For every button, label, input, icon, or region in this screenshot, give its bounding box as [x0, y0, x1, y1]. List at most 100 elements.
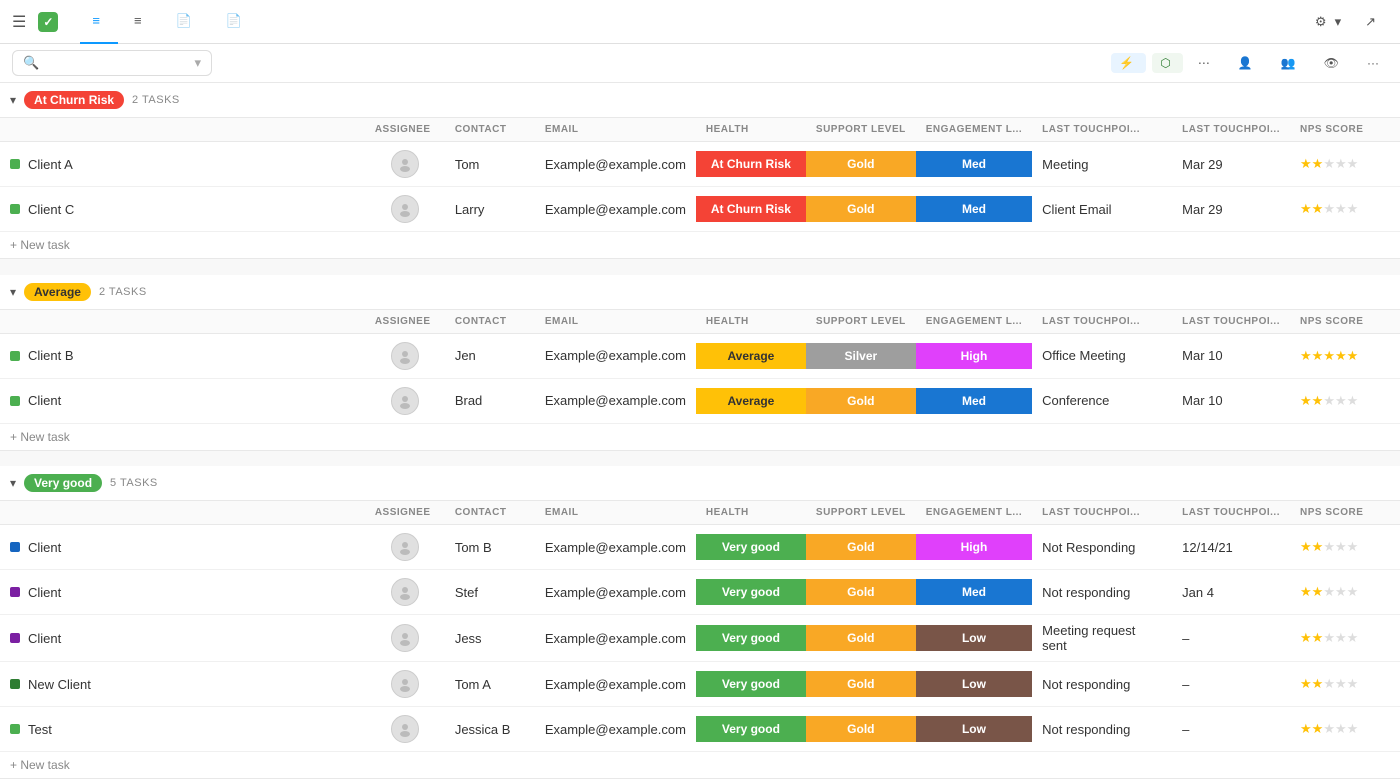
- task-health-cell: Very good: [696, 615, 806, 662]
- more-button[interactable]: ···: [1358, 51, 1388, 75]
- task-nps-cell: ★★★★★: [1290, 570, 1400, 615]
- new-task-button-churn[interactable]: + New task: [0, 232, 1400, 259]
- task-assignee-cell: [365, 142, 445, 187]
- table-row[interactable]: Test Jessica B Example@example.com Very …: [0, 707, 1400, 752]
- app-logo: [38, 12, 64, 32]
- spacer-churn: [0, 259, 1400, 275]
- table-row[interactable]: Client Tom B Example@example.com Very go…: [0, 525, 1400, 570]
- table-row[interactable]: Client A Tom Example@example.com At Chur…: [0, 142, 1400, 187]
- support-badge: Gold: [806, 625, 916, 651]
- new-task-button-verygood[interactable]: + New task: [0, 752, 1400, 779]
- table-row[interactable]: Client C Larry Example@example.com At Ch…: [0, 187, 1400, 232]
- subtasks-button[interactable]: ⋯: [1189, 51, 1223, 75]
- task-contact-cell: Jen: [445, 333, 535, 378]
- toolbar: 🔍 ▾ ⚡ ⬡ ⋯ 👤 👥 👁 ···: [0, 44, 1400, 83]
- task-nps-cell: ★★★★★: [1290, 333, 1400, 378]
- group-chevron-churn[interactable]: ▾: [10, 93, 16, 107]
- task-email-cell: Example@example.com: [535, 707, 696, 752]
- task-touch1-cell: Not responding: [1032, 662, 1172, 707]
- task-contact-cell: Brad: [445, 378, 535, 423]
- assignee-avatar: [391, 195, 419, 223]
- task-name-cell: Client: [0, 615, 365, 662]
- health-badge: Very good: [696, 625, 806, 651]
- automate-button[interactable]: ⚙ ▾: [1307, 10, 1349, 34]
- task-name-cell: Client: [0, 378, 365, 423]
- col-header-support: SUPPORT LEVEL: [806, 118, 916, 142]
- table-row[interactable]: New Client Tom A Example@example.com Ver…: [0, 662, 1400, 707]
- filter-button[interactable]: ⚡: [1111, 53, 1146, 73]
- task-health-cell: Average: [696, 378, 806, 423]
- support-badge: Gold: [806, 196, 916, 222]
- task-support-cell: Gold: [806, 662, 916, 707]
- group-chevron-average[interactable]: ▾: [10, 285, 16, 299]
- task-name-label: Client A: [28, 157, 73, 172]
- spacer-average: [0, 450, 1400, 466]
- col-header-email: EMAIL: [535, 501, 696, 525]
- col-header-touch2: LAST TOUCHPOI...: [1172, 309, 1290, 333]
- health-badge: Very good: [696, 716, 806, 742]
- new-task-button-average[interactable]: + New task: [0, 423, 1400, 450]
- task-dot: [10, 204, 20, 214]
- assignee-avatar: [391, 670, 419, 698]
- support-badge: Gold: [806, 388, 916, 414]
- col-header-name: [0, 309, 365, 333]
- task-name-label: New Client: [28, 677, 91, 692]
- task-name-label: Client: [28, 631, 61, 646]
- tab-renewal[interactable]: ≡: [122, 0, 160, 44]
- task-support-cell: Gold: [806, 378, 916, 423]
- group-by-button[interactable]: ⬡: [1152, 53, 1182, 73]
- new-task-row-average[interactable]: + New task: [0, 423, 1400, 450]
- task-contact-cell: Jess: [445, 615, 535, 662]
- nav-right: ⚙ ▾ ↗: [1307, 10, 1388, 34]
- table-container: ▾ At Churn Risk 2 TASKS ASSIGNEE CONTACT…: [0, 83, 1400, 779]
- task-support-cell: Gold: [806, 142, 916, 187]
- table-row[interactable]: Client Jess Example@example.com Very goo…: [0, 615, 1400, 662]
- tab-engagement[interactable]: ≡: [80, 0, 118, 44]
- assignees-button[interactable]: 👥: [1272, 51, 1309, 75]
- group-chevron-verygood[interactable]: ▾: [10, 476, 16, 490]
- me-button[interactable]: 👤: [1229, 51, 1266, 75]
- tab-add-view[interactable]: [264, 0, 288, 44]
- table-row[interactable]: Client Brad Example@example.com Average …: [0, 378, 1400, 423]
- support-badge: Gold: [806, 151, 916, 177]
- share-button[interactable]: ↗: [1357, 10, 1388, 34]
- col-header-health: HEALTH: [696, 309, 806, 333]
- show-button[interactable]: 👁: [1315, 51, 1352, 75]
- col-header-nps: NPS SCORE: [1290, 309, 1400, 333]
- share-icon: ↗: [1365, 14, 1376, 30]
- assignee-avatar: [391, 533, 419, 561]
- tab-playbook[interactable]: 📄: [164, 0, 210, 44]
- feedback-icon: 📄: [226, 13, 242, 29]
- task-nps-cell: ★★★★★: [1290, 378, 1400, 423]
- new-task-row-verygood[interactable]: + New task: [0, 752, 1400, 779]
- task-name-label: Client B: [28, 348, 74, 363]
- tab-feedback[interactable]: 📄: [214, 0, 260, 44]
- task-dot: [10, 679, 20, 689]
- group-task-count-verygood: 5 TASKS: [110, 477, 158, 489]
- task-email-cell: Example@example.com: [535, 662, 696, 707]
- engage-badge: Low: [916, 716, 1032, 742]
- task-assignee-cell: [365, 707, 445, 752]
- col-header-contact: CONTACT: [445, 501, 535, 525]
- task-touch1-cell: Client Email: [1032, 187, 1172, 232]
- group-task-count-churn: 2 TASKS: [132, 94, 180, 106]
- main-table: ▾ At Churn Risk 2 TASKS ASSIGNEE CONTACT…: [0, 83, 1400, 779]
- more-icon: ···: [1367, 56, 1379, 70]
- task-touch2-cell: 12/14/21: [1172, 525, 1290, 570]
- col-header-engagement: ENGAGEMENT L...: [916, 501, 1032, 525]
- table-row[interactable]: Client B Jen Example@example.com Average…: [0, 333, 1400, 378]
- task-touch1-cell: Meeting request sent: [1032, 615, 1172, 662]
- group-badge-average: Average: [24, 283, 91, 301]
- task-health-cell: Very good: [696, 525, 806, 570]
- me-icon: 👤: [1238, 56, 1253, 70]
- col-header-contact: CONTACT: [445, 118, 535, 142]
- col-header-engagement: ENGAGEMENT L...: [916, 309, 1032, 333]
- table-row[interactable]: Client Stef Example@example.com Very goo…: [0, 570, 1400, 615]
- task-support-cell: Gold: [806, 525, 916, 570]
- menu-icon[interactable]: ☰: [12, 12, 26, 32]
- engage-badge: Med: [916, 196, 1032, 222]
- new-task-row-churn[interactable]: + New task: [0, 232, 1400, 259]
- task-assignee-cell: [365, 378, 445, 423]
- assignee-avatar: [391, 578, 419, 606]
- search-box[interactable]: 🔍 ▾: [12, 50, 212, 76]
